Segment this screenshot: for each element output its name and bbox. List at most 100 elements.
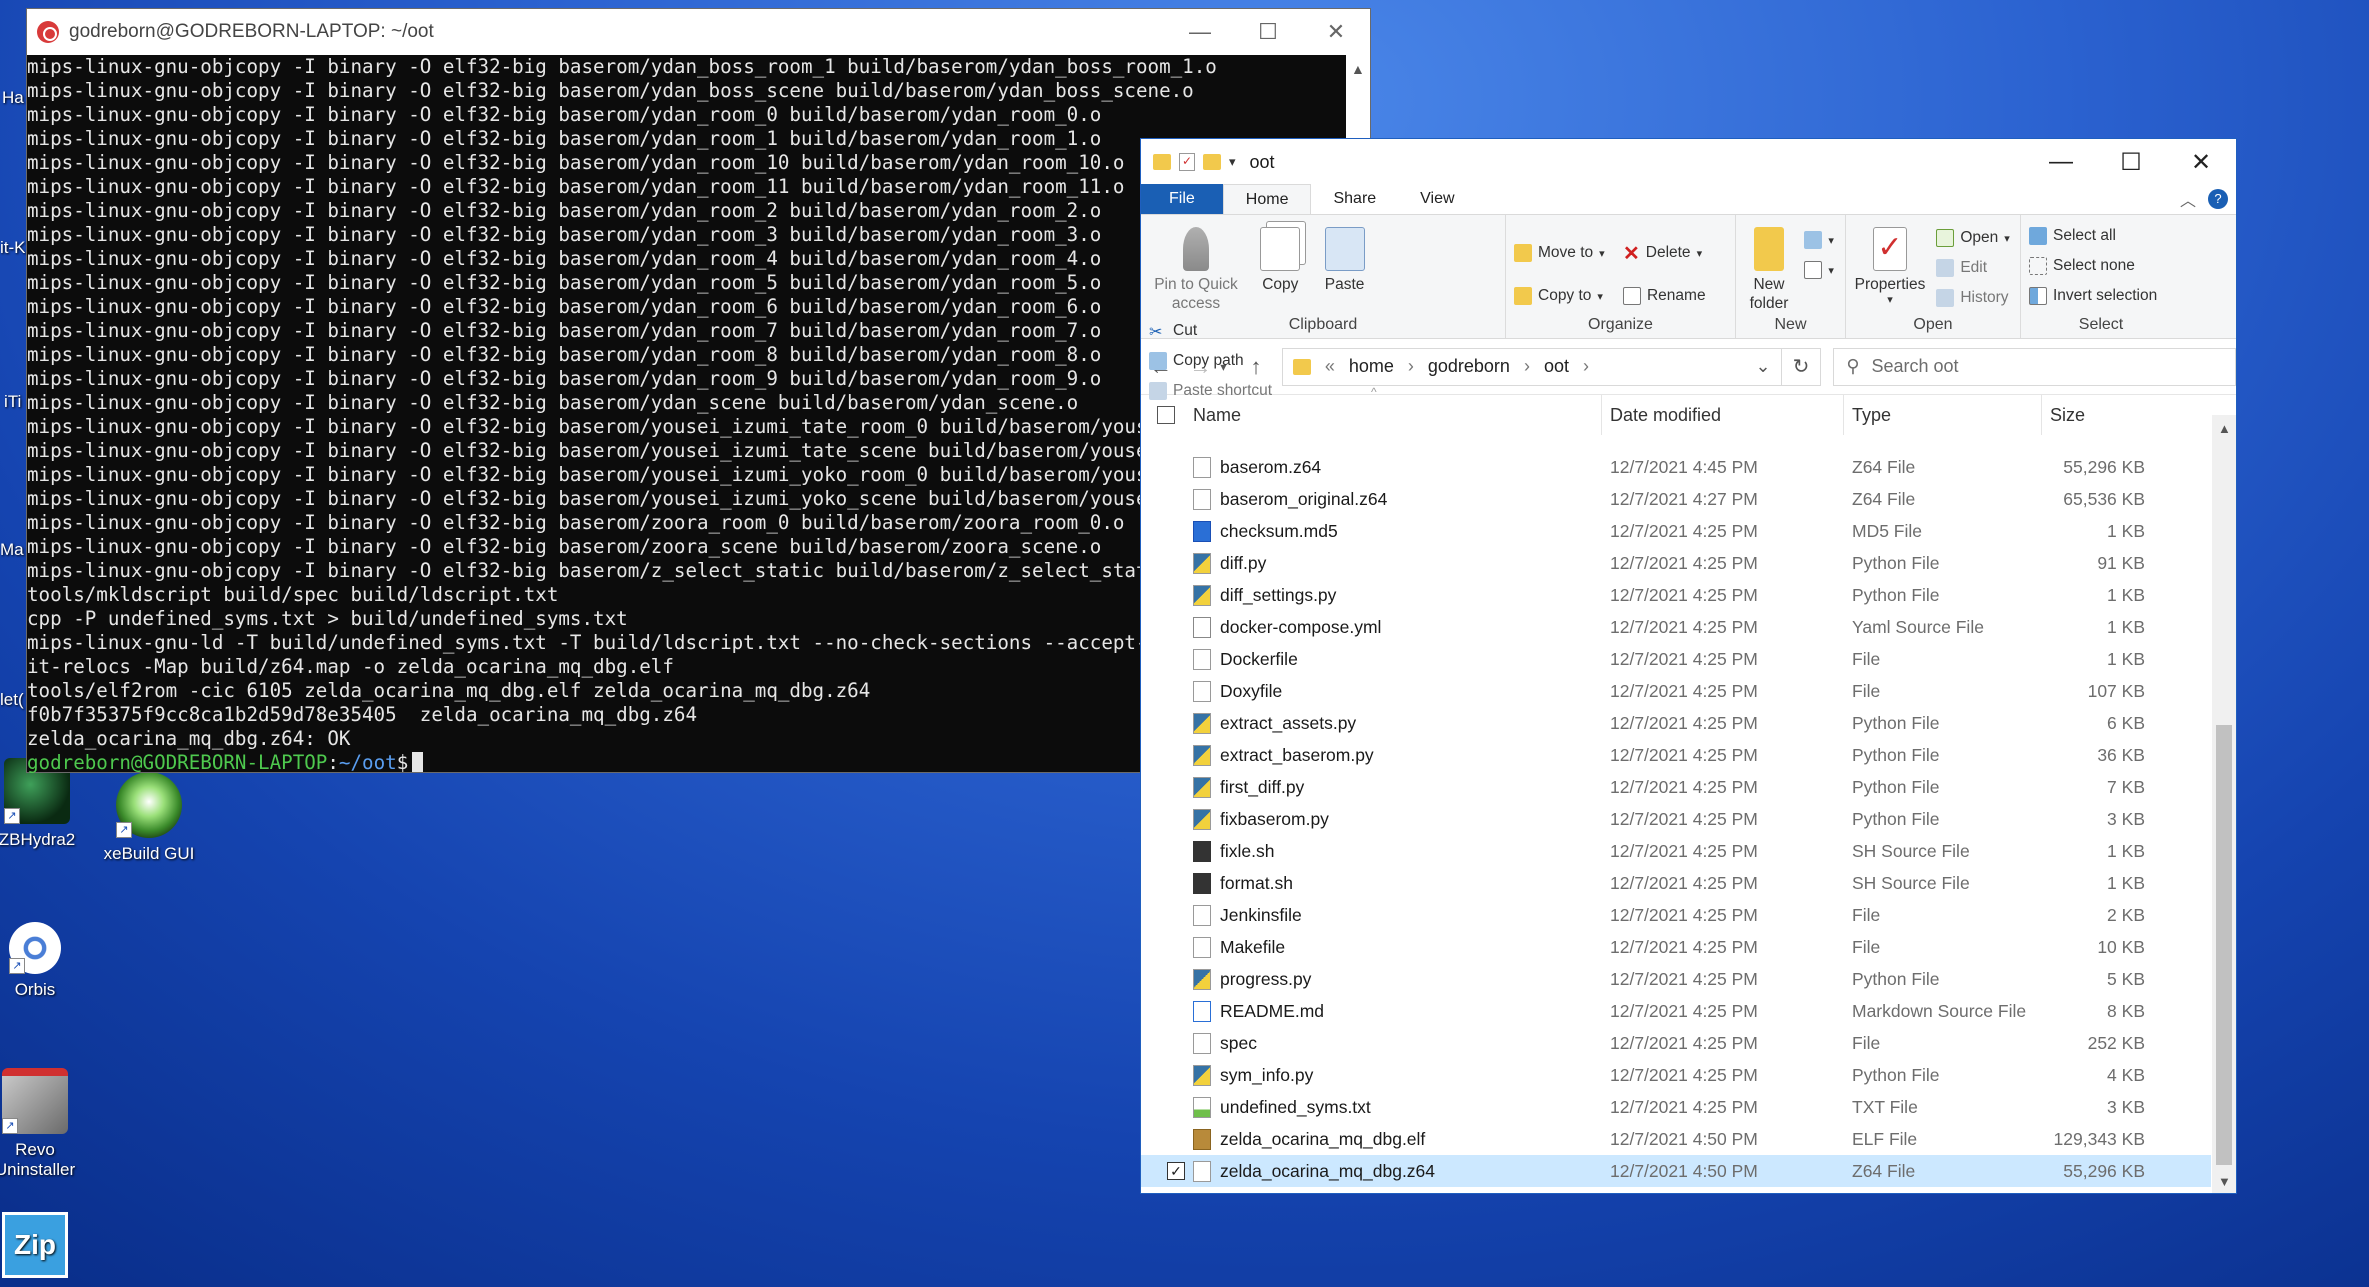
rename-icon <box>1622 287 1641 305</box>
file-row[interactable]: docker-compose.yml 12/7/2021 4:25 PM Yaml … <box>1141 611 2211 643</box>
history-button[interactable]: History <box>1936 283 2009 313</box>
move-to-button[interactable]: Move to ▾ <box>1514 231 1605 275</box>
desktop-icon-zip[interactable]: Zip <box>0 1212 90 1284</box>
file-name: diff_settings.py <box>1220 585 1337 605</box>
search-box[interactable]: ⚲ Search oot <box>1833 347 2236 386</box>
select-all-button[interactable]: Select all <box>2029 221 2173 251</box>
refresh-button[interactable]: ↻ <box>1781 347 1822 386</box>
minimize-button[interactable]: — <box>1166 9 1234 55</box>
column-header-name[interactable]: Name <box>1185 395 1605 435</box>
easy-access-button[interactable]: ▾ <box>1804 255 1834 285</box>
file-row[interactable]: undefined_syms.txt 12/7/2021 4:25 PM TXT F… <box>1141 1091 2211 1123</box>
file-row[interactable]: checksum.md5 12/7/2021 4:25 PM MD5 File 1 K… <box>1141 515 2211 547</box>
file-row[interactable]: extract_assets.py 12/7/2021 4:25 PM Python… <box>1141 707 2211 739</box>
file-row[interactable]: README.md 12/7/2021 4:25 PM Markdown Sourc… <box>1141 995 2211 1027</box>
paste-button[interactable]: Paste <box>1318 221 1372 294</box>
select-all-checkbox[interactable] <box>1157 406 1175 424</box>
select-none-button[interactable]: Select none <box>2029 251 2173 281</box>
file-name: baserom_original.z64 <box>1220 489 1388 509</box>
scrollbar-thumb[interactable] <box>2216 725 2232 1165</box>
file-row[interactable]: fixbaserom.py 12/7/2021 4:25 PM Python Fil… <box>1141 803 2211 835</box>
new-folder-button[interactable]: New folder <box>1744 221 1794 314</box>
scroll-up-arrow-icon[interactable]: ▲ <box>2218 421 2231 436</box>
help-icon[interactable]: ? <box>2208 189 2228 209</box>
minimize-button[interactable]: — <box>2026 139 2096 185</box>
desktop-partial-label: let( <box>0 690 24 709</box>
new-folder-icon[interactable] <box>1203 154 1221 170</box>
file-row[interactable]: Makefile 12/7/2021 4:25 PM File 10 KB <box>1141 931 2211 963</box>
file-row[interactable]: baserom.z64 12/7/2021 4:45 PM Z64 File 55,2… <box>1141 451 2211 483</box>
copy-path-button[interactable]: Copy path <box>1149 346 1272 376</box>
maximize-button[interactable]: ☐ <box>2096 139 2166 185</box>
file-row[interactable]: fixle.sh 12/7/2021 4:25 PM SH Source File 1… <box>1141 835 2211 867</box>
file-row[interactable]: Jenkinsfile 12/7/2021 4:25 PM File 2 KB <box>1141 899 2211 931</box>
terminal-titlebar[interactable]: godreborn@GODREBORN-LAPTOP: ~/oot — ☐ ✕ <box>27 9 1370 55</box>
scroll-down-arrow-icon[interactable]: ▼ <box>2218 1174 2231 1189</box>
file-row[interactable]: Dockerfile 12/7/2021 4:25 PM File 1 KB <box>1141 643 2211 675</box>
delete-button[interactable]: ✕ Delete ▾ <box>1623 231 1706 275</box>
file-row[interactable]: ✓ zelda_ocarina_mq_dbg.z64 12/7/2021 4:50 … <box>1141 1155 2211 1187</box>
desktop-icon-orbis[interactable]: ↗ Orbis <box>0 922 90 1000</box>
file-row[interactable]: first_diff.py 12/7/2021 4:25 PM Python Fil… <box>1141 771 2211 803</box>
desktop-icon-xebuild[interactable]: ↗ xeBuild GUI <box>94 772 204 864</box>
file-explorer-window[interactable]: ✓ ▾ oot — ☐ ✕ File Home Share View ︿ ? P… <box>1140 138 2237 1194</box>
column-header-size[interactable]: Size <box>2041 395 2171 435</box>
new-item-button[interactable]: ▾ <box>1804 225 1834 255</box>
file-row[interactable]: spec 12/7/2021 4:25 PM File 252 KB <box>1141 1027 2211 1059</box>
rename-button[interactable]: Rename <box>1622 275 1706 317</box>
file-row[interactable]: format.sh 12/7/2021 4:25 PM SH Source File… <box>1141 867 2211 899</box>
file-row[interactable]: diff.py 12/7/2021 4:25 PM Python File 91 KB <box>1141 547 2211 579</box>
file-row[interactable]: progress.py 12/7/2021 4:25 PM Python File 5… <box>1141 963 2211 995</box>
file-row[interactable]: zelda_ocarina_mq_dbg.elf 12/7/2021 4:50 P… <box>1141 1123 2211 1155</box>
file-size: 5 KB <box>2107 969 2145 989</box>
search-input[interactable]: Search oot <box>1872 356 1959 377</box>
collapse-ribbon-icon[interactable]: ︿ <box>2180 187 2196 211</box>
folder-icon <box>1292 358 1311 375</box>
file-row[interactable]: extract_baserom.py 12/7/2021 4:25 PM Pytho… <box>1141 739 2211 771</box>
edit-button[interactable]: Edit <box>1936 253 2009 283</box>
file-type: Z64 File <box>1852 1161 1916 1181</box>
file-date: 12/7/2021 4:50 PM <box>1610 1161 1758 1181</box>
close-button[interactable]: ✕ <box>1302 9 1370 55</box>
terminal-line: mips-linux-gnu-ld -T build/undefined_sym… <box>27 631 1206 654</box>
tab-home[interactable]: Home <box>1222 184 1312 214</box>
file-icon <box>1193 1033 1211 1054</box>
address-bar[interactable]: « home › godreborn › oot › ⌄ <box>1281 347 1782 386</box>
maximize-button[interactable]: ☐ <box>1234 9 1302 55</box>
file-row[interactable]: baserom_original.z64 12/7/2021 4:27 PM Z64… <box>1141 483 2211 515</box>
copy-button[interactable]: Copy <box>1253 221 1307 294</box>
invert-selection-button[interactable]: Invert selection <box>2029 281 2173 311</box>
row-checkbox[interactable]: ✓ <box>1167 1162 1185 1180</box>
prompt-path: ~/oot <box>338 751 397 774</box>
explorer-titlebar[interactable]: ✓ ▾ oot — ☐ ✕ <box>1141 139 2236 185</box>
tab-share[interactable]: Share <box>1311 184 1398 214</box>
file-size: 6 KB <box>2107 713 2145 733</box>
file-row[interactable]: sym_info.py 12/7/2021 4:25 PM Python File 4… <box>1141 1059 2211 1091</box>
file-type: Z64 File <box>1852 489 1916 509</box>
tab-file[interactable]: File <box>1141 184 1223 214</box>
scroll-up-arrow-icon[interactable]: ▲ <box>1351 61 1365 77</box>
copy-to-button[interactable]: Copy to ▾ <box>1514 275 1605 317</box>
file-row[interactable]: diff_settings.py 12/7/2021 4:25 PM Python … <box>1141 579 2211 611</box>
open-button[interactable]: Open ▾ <box>1936 223 2010 253</box>
breadcrumb-godreborn[interactable]: godreborn <box>1428 356 1510 377</box>
breadcrumb-home[interactable]: home <box>1349 356 1394 377</box>
chevron-down-icon[interactable]: ▾ <box>1229 154 1236 170</box>
column-header-type[interactable]: Type <box>1843 395 2043 435</box>
file-date: 12/7/2021 4:25 PM <box>1610 1097 1758 1117</box>
file-row[interactable]: Doxyfile 12/7/2021 4:25 PM File 107 KB <box>1141 675 2211 707</box>
file-type: Python File <box>1852 969 1940 989</box>
file-type: File <box>1852 681 1881 701</box>
file-list-scrollbar[interactable]: ▲ ▼ <box>2212 415 2236 1193</box>
properties-button[interactable]: ✓ Properties ▾ <box>1854 221 1926 308</box>
python-file-icon <box>1193 809 1211 830</box>
desktop-icon-revo[interactable]: ↗ Revo Uninstaller <box>0 1068 90 1179</box>
tab-view[interactable]: View <box>1398 184 1476 214</box>
file-icon <box>1193 489 1211 510</box>
properties-icon[interactable]: ✓ <box>1179 153 1195 171</box>
chevron-down-icon[interactable]: ⌄ <box>1756 356 1771 377</box>
breadcrumb-oot[interactable]: oot <box>1544 356 1569 377</box>
column-header-date[interactable]: Date modified <box>1601 395 1844 435</box>
close-button[interactable]: ✕ <box>2166 139 2236 185</box>
pin-quick-access-button[interactable]: Pin to Quick access <box>1149 221 1243 314</box>
